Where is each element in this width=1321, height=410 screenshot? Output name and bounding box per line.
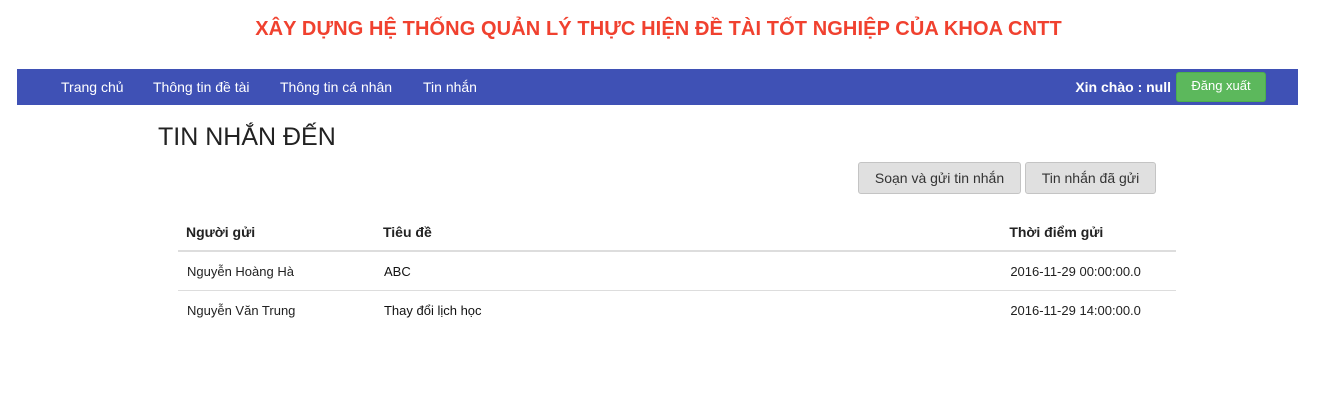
table-header-row: Người gửi Tiêu đề Thời điểm gửi bbox=[178, 214, 1176, 252]
message-subject[interactable]: Thay đổi lịch học bbox=[375, 291, 1001, 330]
table-row[interactable]: Nguyễn Văn Trung Thay đổi lịch học 2016-… bbox=[178, 291, 1176, 330]
message-time: 2016-11-29 00:00:00.0 bbox=[1001, 251, 1176, 291]
nav-item-home[interactable]: Trang chủ bbox=[61, 79, 124, 95]
message-sender: Nguyễn Văn Trung bbox=[187, 302, 296, 318]
nav-item-personal-info[interactable]: Thông tin cá nhân bbox=[280, 79, 392, 95]
message-time: 2016-11-29 14:00:00.0 bbox=[1010, 302, 1141, 318]
site-title: XÂY DỰNG HỆ THỐNG QUẢN LÝ THỰC HIỆN ĐỀ T… bbox=[255, 18, 1062, 40]
message-subject[interactable]: ABC bbox=[374, 251, 1002, 291]
top-navbar: Trang chủ Thông tin đề tài Thông tin cá … bbox=[17, 69, 1298, 105]
column-header-sender: Người gửi bbox=[178, 214, 375, 252]
sent-messages-button[interactable]: Tin nhắn đã gửi bbox=[1025, 162, 1156, 194]
column-header-time: Thời điểm gửi bbox=[1001, 214, 1176, 252]
column-header-subject: Tiêu đề bbox=[374, 214, 1002, 252]
user-greeting: Xin chào : null bbox=[1075, 79, 1171, 95]
logout-button[interactable]: Đăng xuất bbox=[1176, 72, 1266, 102]
page-title: TIN NHẮN ĐẾN bbox=[158, 123, 336, 151]
inbox-table: Người gửi Tiêu đề Thời điểm gửi Nguyễn H… bbox=[178, 214, 1176, 329]
message-sender: Nguyễn Hoàng Hà bbox=[178, 251, 375, 291]
nav-item-topic-info[interactable]: Thông tin đề tài bbox=[153, 79, 250, 95]
table-row[interactable]: Nguyễn Hoàng Hà ABC 2016-11-29 00:00:00.… bbox=[178, 251, 1176, 291]
nav-item-messages[interactable]: Tin nhắn bbox=[423, 79, 477, 95]
compose-message-button[interactable]: Soạn và gửi tin nhắn bbox=[858, 162, 1021, 194]
